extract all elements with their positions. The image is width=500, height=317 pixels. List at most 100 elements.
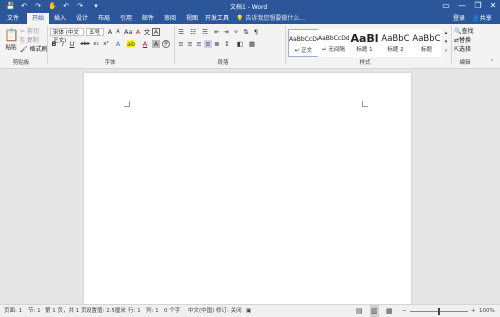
underline-button[interactable]: U (68, 40, 76, 48)
redo-icon[interactable]: ↷ (76, 2, 84, 10)
restore-button[interactable]: ❐ (470, 0, 486, 13)
customize-qat-icon[interactable]: ▾ (92, 2, 100, 10)
status-position[interactable]: 设置值: 2.5厘米 (86, 305, 126, 317)
tab-developer[interactable]: 开发工具 (204, 13, 230, 24)
style-title[interactable]: AaBbC 标题 (411, 29, 442, 57)
justify-icon[interactable]: ≡ (204, 40, 212, 48)
style-normal[interactable]: AaBbCcDd ↵ 正文 (288, 29, 319, 57)
zoom-level[interactable]: 100% (479, 305, 495, 317)
close-button[interactable]: ✕ (485, 0, 500, 13)
phonetic-guide-icon[interactable]: 文 (143, 28, 151, 36)
minimize-button[interactable]: — (454, 0, 470, 13)
align-right-icon[interactable]: ≡ (195, 40, 203, 48)
format-painter-button[interactable]: 🖌 格式刷 (20, 45, 48, 54)
font-name-combo[interactable]: 宋体 (中文正文) (50, 28, 84, 44)
share-button[interactable]: 👤共享 (470, 13, 494, 24)
tab-review[interactable]: 审阅 (160, 13, 180, 24)
document-page[interactable] (84, 73, 411, 304)
bullets-icon[interactable]: ☰ (177, 28, 185, 36)
tab-references[interactable]: 引用 (116, 13, 136, 24)
find-button[interactable]: 🔍查找 (454, 27, 474, 36)
tell-me-input[interactable]: 💡 告诉我您想要做什么... (236, 13, 305, 24)
show-marks-icon[interactable]: ¶ (252, 28, 260, 36)
styles-group-label: 样式 (359, 60, 371, 66)
grow-font-icon[interactable]: A (106, 28, 114, 36)
print-layout-icon[interactable]: ▥ (370, 305, 379, 317)
align-center-icon[interactable]: ≡ (186, 40, 194, 48)
strikethrough-button[interactable]: abc (79, 40, 91, 48)
enclose-char-icon[interactable]: A (152, 28, 160, 36)
char-shading-icon[interactable]: A (152, 40, 160, 48)
touch-mode-icon[interactable]: ✋ (48, 2, 57, 10)
web-layout-icon[interactable]: ▦ (386, 305, 393, 317)
status-section[interactable]: 节: 1 (28, 305, 41, 317)
borders-icon[interactable]: ▦ (248, 40, 256, 48)
undo-icon[interactable]: ↶ (62, 2, 70, 10)
style-no-spacing[interactable]: AaBbCcDd ↵ 无间隔 (318, 29, 349, 57)
select-button[interactable]: ⇱选择 (454, 45, 471, 54)
status-word-count[interactable]: 0 个字 (164, 305, 180, 317)
italic-button[interactable]: I (59, 40, 67, 48)
enclose-icon[interactable]: 字 (162, 40, 170, 48)
save-icon[interactable]: 💾 (6, 2, 15, 10)
highlight-icon[interactable]: ab (127, 40, 135, 48)
status-column[interactable]: 列: 1 (146, 305, 159, 317)
shading-icon[interactable]: ◧ (236, 40, 244, 48)
bold-button[interactable]: B (50, 40, 58, 48)
cut-button[interactable]: ✂ 剪切 (20, 27, 39, 36)
decrease-indent-icon[interactable]: ⇤ (213, 28, 221, 36)
tab-mailings[interactable]: 邮件 (138, 13, 158, 24)
multilevel-list-icon[interactable]: ☴ (201, 28, 209, 36)
shrink-font-icon[interactable]: A (114, 28, 122, 36)
find-label: 查找 (461, 28, 474, 35)
zoom-slider-thumb[interactable] (438, 308, 440, 315)
line-spacing-icon[interactable]: ↕ (223, 40, 231, 48)
tab-home[interactable]: 开始 (27, 13, 49, 24)
style-sample: AaBbCcDd (289, 36, 318, 43)
clipboard-icon: 📋 (4, 28, 19, 42)
superscript-button[interactable]: x² (102, 40, 110, 48)
clear-format-icon[interactable]: A (134, 28, 142, 36)
ribbon-display-icon[interactable]: ▭ (438, 0, 454, 13)
redo-icon[interactable]: ↷ (34, 2, 42, 10)
chinese-layout-icon[interactable]: ✧ (232, 28, 240, 36)
font-size-combo[interactable]: 五号 (86, 28, 104, 36)
divider (451, 26, 452, 64)
styles-scroll-down-icon[interactable]: ▾ (442, 38, 450, 46)
paste-button[interactable]: 📋 粘贴 (4, 27, 19, 53)
align-left-icon[interactable]: ≡ (177, 40, 185, 48)
collapse-ribbon-icon[interactable]: ⌃ (488, 58, 496, 66)
numbering-icon[interactable]: ☷ (189, 28, 197, 36)
change-case-icon[interactable]: Aa (124, 28, 132, 36)
sort-icon[interactable]: ⇅ (242, 28, 250, 36)
text-effects-icon[interactable]: A (114, 40, 122, 48)
sign-in-link[interactable]: 登录 (452, 13, 466, 24)
status-page-count[interactable]: 第 1 页，共 1 页 (45, 305, 87, 317)
tab-design[interactable]: 设计 (72, 13, 92, 24)
status-track-changes[interactable]: 修订: 关闭 (216, 305, 242, 317)
copy-button[interactable]: ⎘ 复制 (20, 36, 39, 45)
zoom-out-icon[interactable]: − (402, 305, 407, 317)
status-line[interactable]: 行: 1 (128, 305, 141, 317)
tab-file[interactable]: 文件 (2, 13, 24, 24)
styles-more-icon[interactable]: ▿ (442, 47, 450, 55)
status-page[interactable]: 页面: 1 (4, 305, 22, 317)
tab-insert[interactable]: 插入 (50, 13, 70, 24)
style-heading-1[interactable]: AaBl 标题 1 (349, 29, 380, 57)
read-mode-icon[interactable]: ▤ (356, 305, 363, 317)
styles-scroll-up-icon[interactable]: ▴ (442, 29, 450, 37)
subscript-button[interactable]: x₂ (92, 40, 100, 48)
increase-indent-icon[interactable]: ⇥ (222, 28, 230, 36)
zoom-in-icon[interactable]: + (471, 305, 476, 317)
distributed-icon[interactable]: ≣ (213, 40, 221, 48)
tab-view[interactable]: 视图 (182, 13, 202, 24)
tab-layout[interactable]: 布局 (94, 13, 114, 24)
copy-icon: ⎘ (20, 37, 25, 44)
macro-record-icon[interactable]: ▣ (246, 305, 251, 317)
status-language[interactable]: 中文(中国) (188, 305, 214, 317)
replace-button[interactable]: ⇄替换 (454, 36, 471, 45)
font-color-icon[interactable]: A (141, 40, 149, 48)
zoom-slider[interactable] (410, 308, 468, 315)
style-heading-2[interactable]: AaBbC 标题 2 (380, 29, 411, 57)
undo-icon[interactable]: ↶ (20, 2, 28, 10)
